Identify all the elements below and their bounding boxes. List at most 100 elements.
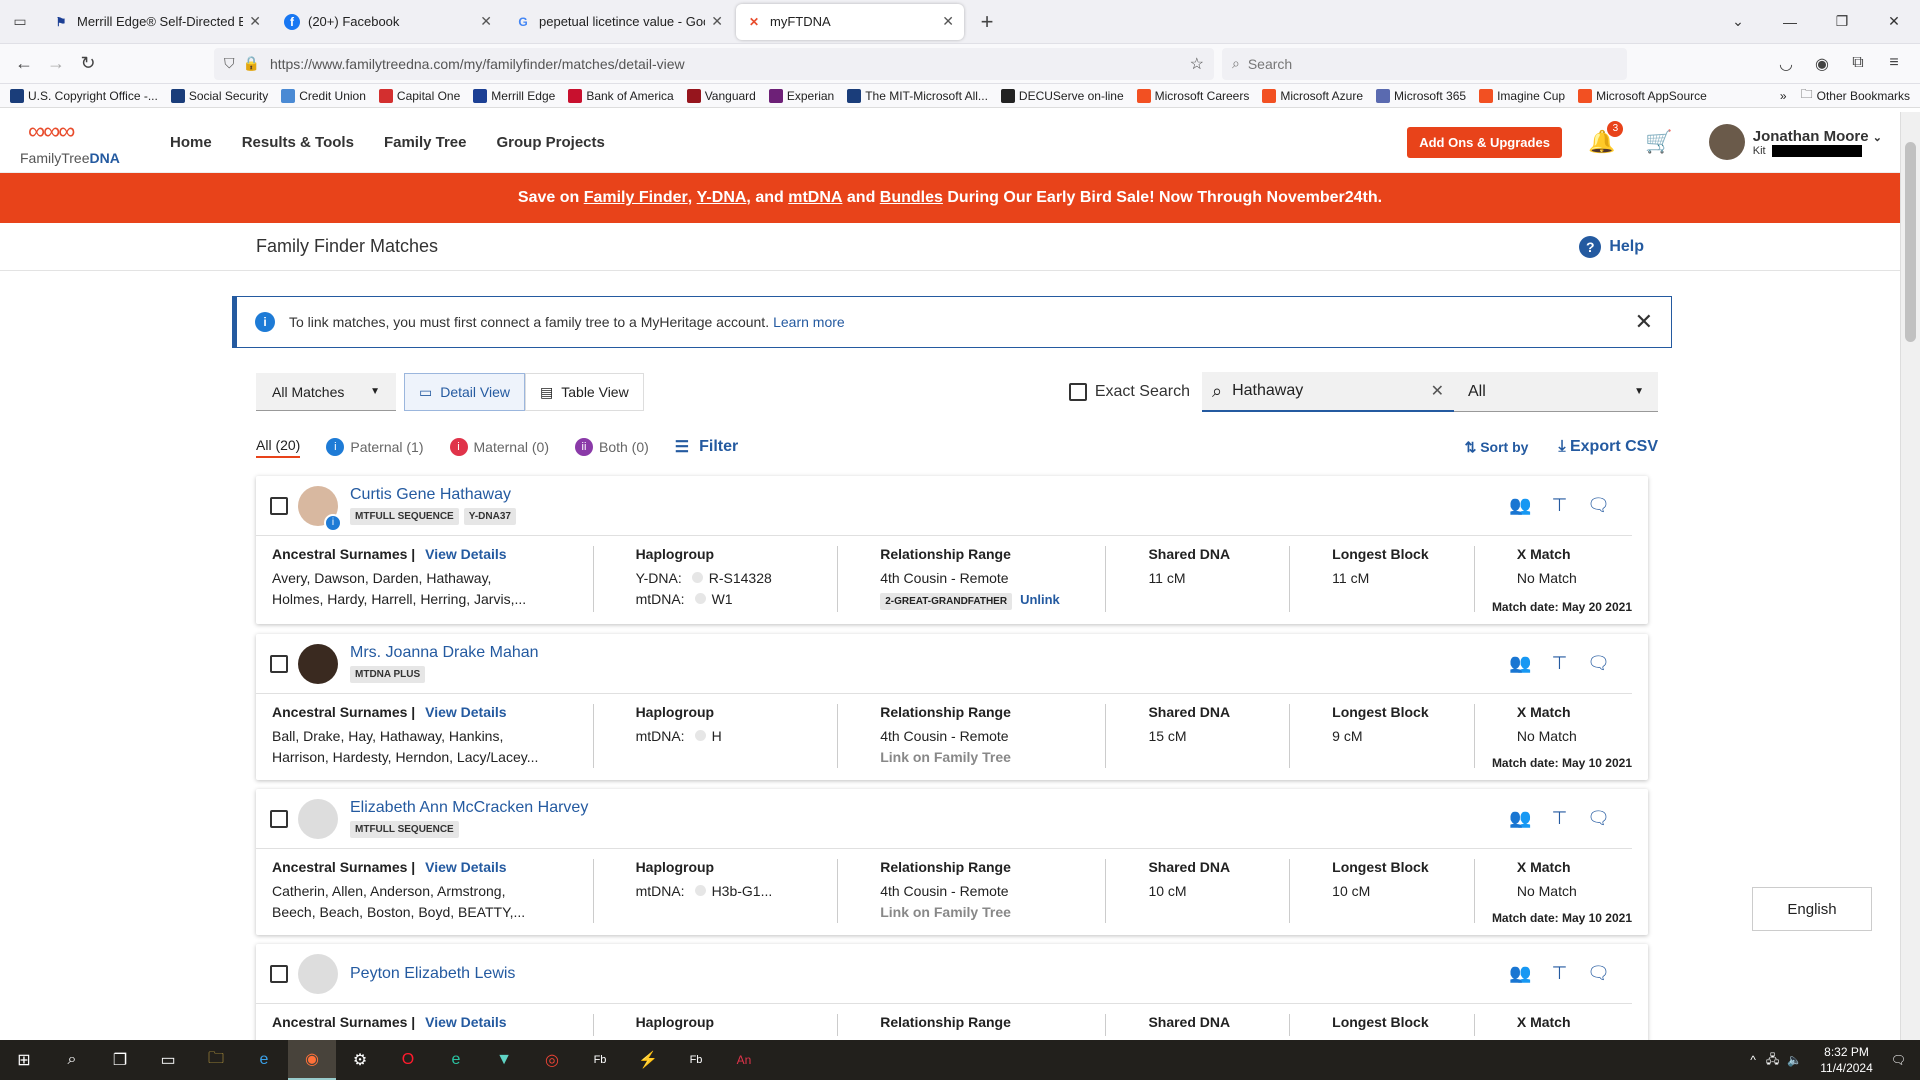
- people-icon[interactable]: 👥: [1501, 808, 1540, 829]
- bookmark-item[interactable]: Credit Union: [281, 88, 366, 103]
- bookmark-star-icon[interactable]: ☆: [1190, 54, 1204, 74]
- app-fb-icon[interactable]: Fb: [672, 1040, 720, 1080]
- url-text[interactable]: https://www.familytreedna.com/my/familyf…: [270, 56, 1190, 72]
- tab-paternal[interactable]: i Paternal (1): [326, 438, 424, 456]
- view-details-link[interactable]: View Details: [425, 546, 506, 562]
- checkbox[interactable]: [1068, 383, 1087, 401]
- lock-icon[interactable]: 🔒: [243, 55, 260, 72]
- link-on-family-tree[interactable]: Link on Family Tree: [880, 747, 1095, 768]
- view-details-link[interactable]: View Details: [425, 1014, 506, 1030]
- network-icon[interactable]: 🖧: [1766, 1050, 1779, 1071]
- firefox-icon[interactable]: ◉: [288, 1040, 336, 1080]
- tab-list-icon[interactable]: ▭: [0, 13, 40, 30]
- bookmark-item[interactable]: Microsoft Careers: [1136, 88, 1249, 103]
- user-menu[interactable]: Jonathan Moore ⌄ Kit: [1753, 128, 1882, 157]
- bell-icon[interactable]: 🔔 3: [1588, 121, 1624, 155]
- pocket-icon[interactable]: ◡: [1768, 54, 1804, 74]
- forward-arrow-icon[interactable]: →: [40, 53, 72, 74]
- ftdna-logo[interactable]: ∞∞∞ FamilyTreeDNA: [18, 114, 158, 170]
- promo-link-ydna[interactable]: Y-DNA: [697, 189, 747, 207]
- match-avatar[interactable]: [298, 798, 338, 839]
- close-tab-icon[interactable]: ✕: [480, 13, 492, 30]
- bookmark-item[interactable]: Bank of America: [568, 88, 674, 103]
- bookmark-item[interactable]: DECUServe on-line: [1000, 88, 1124, 103]
- promo-link-family-finder[interactable]: Family Finder: [584, 189, 688, 207]
- bookmark-item[interactable]: U.S. Copyright Office -...: [10, 88, 158, 103]
- page-scrollbar[interactable]: [1900, 112, 1920, 1040]
- bookmark-item[interactable]: Experian: [768, 88, 834, 103]
- cart-icon[interactable]: 🛒: [1645, 129, 1672, 155]
- opera-icon[interactable]: O: [384, 1040, 432, 1080]
- people-icon[interactable]: 👥: [1501, 653, 1540, 674]
- unlink-link[interactable]: Unlink: [1020, 592, 1060, 607]
- add-ons-upgrades-button[interactable]: Add Ons & Upgrades: [1407, 126, 1562, 158]
- notifications-icon[interactable]: 🗨: [1891, 1053, 1906, 1067]
- app-window-icon[interactable]: ▭: [144, 1040, 192, 1080]
- matches-dropdown[interactable]: All Matches ▼: [256, 373, 396, 411]
- close-tab-icon[interactable]: ✕: [249, 13, 261, 30]
- menu-icon[interactable]: ≡: [1876, 54, 1912, 74]
- bookmark-item[interactable]: The MIT-Microsoft All...: [847, 88, 988, 103]
- bookmark-item[interactable]: Social Security: [170, 88, 268, 103]
- extensions-icon[interactable]: ⧉: [1840, 54, 1876, 74]
- people-icon[interactable]: 👥: [1501, 963, 1540, 984]
- close-tab-icon[interactable]: ✕: [942, 13, 954, 30]
- help-button[interactable]: ? Help: [1579, 235, 1644, 258]
- exact-search-checkbox[interactable]: Exact Search: [1068, 383, 1190, 401]
- shield-icon[interactable]: ⛉: [224, 55, 235, 72]
- chrome-icon[interactable]: ◎: [528, 1040, 576, 1080]
- file-explorer-icon[interactable]: 🗀: [192, 1040, 240, 1080]
- bookmark-item[interactable]: Microsoft AppSource: [1578, 88, 1707, 103]
- promo-link-mtdna[interactable]: mtDNA: [788, 189, 842, 207]
- back-arrow-icon[interactable]: ←: [8, 53, 40, 74]
- close-tab-icon[interactable]: ✕: [711, 13, 723, 30]
- account-icon[interactable]: ◉: [1804, 54, 1840, 74]
- close-window-icon[interactable]: ✕: [1868, 13, 1920, 30]
- nav-family-tree[interactable]: Family Tree: [384, 134, 467, 151]
- bookmarks-overflow-icon[interactable]: »: [1780, 89, 1787, 103]
- system-clock[interactable]: 8:32 PM 11/4/2024: [1820, 1044, 1873, 1076]
- bookmark-item[interactable]: Capital One: [378, 88, 460, 103]
- notes-icon[interactable]: 🗨: [1579, 963, 1618, 984]
- notes-icon[interactable]: 🗨: [1579, 808, 1618, 829]
- match-name[interactable]: Mrs. Joanna Drake Mahan: [350, 644, 539, 662]
- steam-icon[interactable]: ⚙: [336, 1040, 384, 1080]
- table-view-button[interactable]: ▤ Table View: [525, 373, 644, 411]
- match-name[interactable]: Peyton Elizabeth Lewis: [350, 965, 515, 983]
- close-icon[interactable]: ✕: [1635, 309, 1653, 335]
- match-search-input[interactable]: ⌕ Hathaway ✕: [1202, 372, 1454, 412]
- tab-maternal[interactable]: i Maternal (0): [449, 438, 549, 456]
- match-avatar[interactable]: [298, 953, 338, 994]
- nav-results-tools[interactable]: Results & Tools: [242, 134, 354, 151]
- tab-overflow-chevron-icon[interactable]: ⌄: [1712, 13, 1764, 30]
- match-avatar[interactable]: i: [298, 485, 342, 532]
- bookmark-item[interactable]: Vanguard: [686, 88, 756, 103]
- search-scope-dropdown[interactable]: All ▼: [1454, 372, 1658, 412]
- match-checkbox[interactable]: [270, 809, 288, 828]
- tab-both[interactable]: ii Both (0): [574, 438, 649, 456]
- nav-group-projects[interactable]: Group Projects: [496, 134, 604, 151]
- match-avatar[interactable]: [298, 643, 338, 684]
- view-details-link[interactable]: View Details: [425, 859, 506, 875]
- match-checkbox[interactable]: [270, 964, 288, 983]
- reload-icon[interactable]: ↻: [72, 53, 104, 74]
- internet-explorer-icon[interactable]: e: [240, 1040, 288, 1080]
- minimize-icon[interactable]: —: [1764, 14, 1816, 30]
- tab-myftdna[interactable]: ✕ myFTDNA ✕: [736, 3, 964, 40]
- volume-icon[interactable]: 🔈: [1787, 1053, 1802, 1067]
- nav-home[interactable]: Home: [170, 134, 212, 151]
- learn-more-link[interactable]: Learn more: [773, 314, 845, 330]
- windows-start-icon[interactable]: ⊞: [0, 1040, 48, 1080]
- tree-icon[interactable]: ⊤: [1540, 808, 1579, 829]
- user-avatar[interactable]: [1708, 124, 1745, 160]
- filter-button[interactable]: ☰ Filter: [675, 437, 738, 457]
- app-lightning-icon[interactable]: ⚡: [624, 1040, 672, 1080]
- new-tab-plus-icon[interactable]: +: [970, 9, 1004, 35]
- vpn-icon[interactable]: ▼: [480, 1040, 528, 1080]
- notes-icon[interactable]: 🗨: [1579, 653, 1618, 674]
- match-checkbox[interactable]: [270, 654, 288, 673]
- sort-by-button[interactable]: ⇅ Sort by: [1465, 439, 1529, 456]
- other-bookmarks[interactable]: Other Bookmarks: [1817, 89, 1910, 103]
- animate-icon[interactable]: An: [720, 1040, 768, 1080]
- people-icon[interactable]: 👥: [1501, 495, 1540, 516]
